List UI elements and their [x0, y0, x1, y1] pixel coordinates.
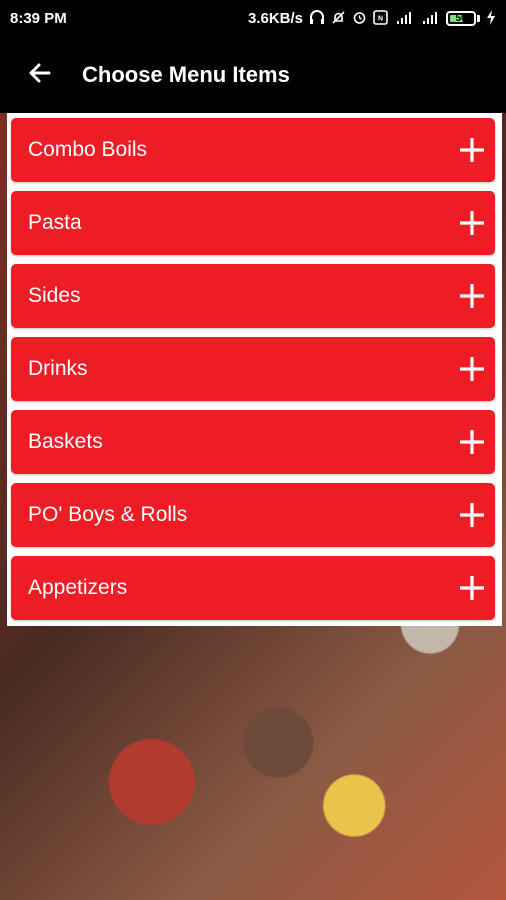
- network-speed: 3.6KB/s: [247, 10, 303, 27]
- plus-icon[interactable]: [457, 354, 487, 384]
- mute-icon: [331, 10, 346, 27]
- arrow-left-icon: [27, 60, 53, 91]
- menu-item-baskets[interactable]: Baskets: [11, 410, 495, 474]
- signal-4g-icon: [394, 10, 414, 27]
- status-time: 8:39 PM: [10, 10, 67, 27]
- menu-item-label: Pasta: [28, 211, 82, 234]
- charging-icon: [486, 10, 496, 27]
- menu-list: Combo Boils Pasta Sides Drinks Baskets P…: [7, 113, 502, 626]
- status-bar: 8:39 PM 3.6KB/s N 50: [0, 0, 506, 37]
- menu-item-label: Combo Boils: [28, 138, 148, 161]
- menu-item-label: Baskets: [28, 430, 103, 453]
- menu-item-sides[interactable]: Sides: [11, 264, 495, 328]
- menu-item-label: PO' Boys & Rolls: [28, 503, 188, 526]
- menu-item-combo-boils[interactable]: Combo Boils: [11, 118, 495, 182]
- back-button[interactable]: [0, 37, 80, 113]
- battery-icon: 50: [446, 11, 476, 26]
- plus-icon[interactable]: [457, 427, 487, 457]
- nfc-icon: N: [373, 10, 388, 27]
- plus-icon[interactable]: [457, 281, 487, 311]
- menu-item-drinks[interactable]: Drinks: [11, 337, 495, 401]
- svg-text:N: N: [378, 16, 383, 23]
- plus-icon[interactable]: [457, 500, 487, 530]
- menu-item-pasta[interactable]: Pasta: [11, 191, 495, 255]
- plus-icon[interactable]: [457, 573, 487, 603]
- menu-item-label: Appetizers: [28, 576, 128, 599]
- menu-item-po-boys-rolls[interactable]: PO' Boys & Rolls: [11, 483, 495, 547]
- page-title: Choose Menu Items: [82, 62, 290, 87]
- plus-icon[interactable]: [457, 135, 487, 165]
- menu-item-appetizers[interactable]: Appetizers: [11, 556, 495, 620]
- status-icons: 3.6KB/s N 50: [248, 10, 496, 27]
- battery-tip: [477, 15, 480, 22]
- plus-icon[interactable]: [457, 208, 487, 238]
- app-bar: Choose Menu Items: [0, 37, 506, 113]
- menu-item-label: Drinks: [28, 357, 88, 380]
- alarm-icon: [352, 10, 367, 27]
- battery-level: 50: [455, 13, 467, 24]
- signal-icon: [420, 10, 440, 27]
- menu-item-label: Sides: [28, 284, 81, 307]
- headphones-icon: [309, 10, 325, 27]
